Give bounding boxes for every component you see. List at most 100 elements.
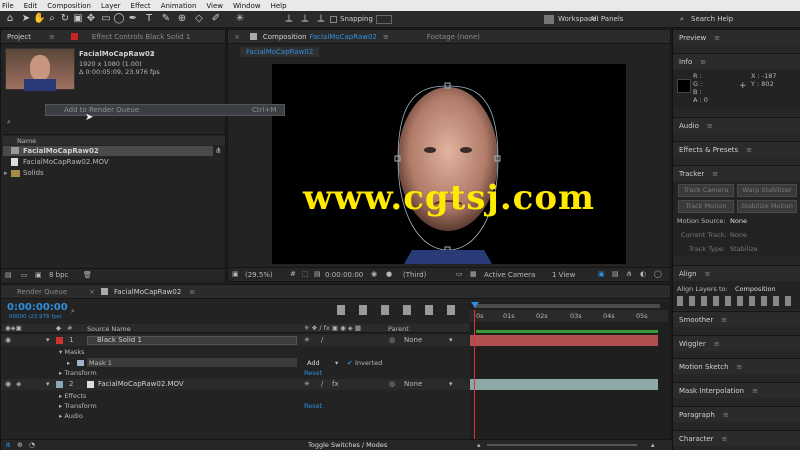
motion-source-select[interactable]: None [730,217,747,225]
collapse-arrow-icon[interactable]: ▾ [46,336,50,344]
new-comp-icon[interactable]: ▣ [35,271,42,279]
menu-icon[interactable]: ≡ [752,387,758,395]
effects-group[interactable]: ▸ Effects [59,392,86,400]
pick-whip-icon[interactable]: ◎ [389,380,395,388]
layer-row[interactable]: ◉ ▾ 1 Black Solid 1 ✳ ∕ ◎ None ▾ [1,335,469,346]
transform-group[interactable]: ▸ Transform [59,369,97,377]
zoom-slider[interactable] [487,444,637,446]
time-ruler[interactable]: 0s 01s 02s 03s 04s 05s [470,310,668,322]
fast-preview-icon[interactable]: ▣ [598,270,605,278]
flowchart-icon[interactable]: ⋔ [215,146,222,155]
quality-icon[interactable]: ∕ [321,380,323,388]
track-motion-button[interactable]: Track Motion [678,200,734,213]
expand-arrow-icon[interactable]: ▸ [59,412,62,420]
dropdown-arrow-icon[interactable]: ▾ [449,380,453,388]
snap-options-icon[interactable] [376,15,392,24]
expand-arrow-icon[interactable]: ▾ [59,348,62,356]
pan-behind-tool-icon[interactable]: ✥ [85,13,97,25]
region-icon[interactable]: ⬚ [302,270,309,278]
shy-icon[interactable]: ✳ [304,380,310,388]
snapping-checkbox[interactable] [330,16,337,23]
expand-arrow-icon[interactable]: ▸ [59,392,62,400]
expand-arrow-icon[interactable]: ▸ [4,169,8,177]
playhead-marker-icon[interactable] [471,302,479,308]
label-color-icon[interactable] [56,381,63,388]
rotate-tool-icon[interactable]: ↻ [59,13,71,25]
menu-icon[interactable]: ≡ [189,288,195,296]
layer-bar-1[interactable] [470,335,658,346]
menu-icon[interactable]: ≡ [714,34,720,42]
flowchart-icon[interactable]: ⋔ [626,270,632,278]
snapshot-icon[interactable]: ◉ [371,270,377,278]
layer-name[interactable]: Black Solid 1 [97,336,142,344]
list-item[interactable]: FacialMoCapRaw02.MOV [3,157,213,167]
comp-sub-tab[interactable]: FacialMoCapRaw02 [240,47,320,57]
timeline-icon[interactable]: ▤ [612,270,619,278]
fx-icon[interactable]: fx [332,380,339,388]
tab-footage[interactable]: Footage (none) [427,33,480,41]
shy-icon[interactable]: ✳ [304,336,310,344]
region-of-interest-icon[interactable]: ▭ [456,270,463,278]
masks-group[interactable]: ▾ Masks [59,348,84,356]
preview-panel[interactable]: Preview ≡ [673,29,800,45]
menu-icon[interactable]: ≡ [723,411,729,419]
info-panel-header[interactable]: Info ≡ [673,53,800,69]
menu-icon[interactable]: ≡ [722,435,728,443]
inverted-checkbox[interactable]: ✔ [347,359,352,367]
timecode-icon[interactable]: ▤ [314,270,321,278]
local-axis-icon[interactable]: ⟂ [283,13,295,25]
label-color-icon[interactable] [56,337,63,344]
audio-group[interactable]: ▸ Audio [59,412,83,420]
tab-comp-name[interactable]: FacialMoCapRaw02 [310,33,377,41]
effects-presets-panel[interactable]: Effects & Presets ≡ [673,141,800,157]
timeline-search-icon[interactable]: ⌕ [71,307,75,316]
menu-icon[interactable]: ≡ [712,170,718,178]
align-panel-header[interactable]: Align ≡ [673,265,800,281]
timeline-timecode[interactable]: 0:00:00:00 [7,302,68,313]
menu-animation[interactable]: Animation [161,2,197,10]
context-add-render-queue[interactable]: Add to Render Queue [64,106,139,114]
puppet-tool-icon[interactable]: ✳ [234,13,246,25]
workspace-select[interactable]: All Panels [590,15,623,23]
align-to-select[interactable]: Composition [735,285,776,293]
dropdown-arrow-icon[interactable]: ▾ [449,336,453,344]
column-source-name[interactable]: Source Name [87,325,131,333]
dropdown-arrow-icon[interactable]: ▾ [335,359,338,367]
close-icon[interactable]: × [89,288,95,296]
eye-icon[interactable]: ◉ [5,380,11,388]
track-camera-button[interactable]: Track Camera [678,184,734,197]
mask-name[interactable]: Mask 1 [89,359,112,367]
menu-icon[interactable]: ≡ [707,122,713,130]
column-name[interactable]: Name [17,137,36,145]
tab-project[interactable]: Project [7,33,31,41]
list-item[interactable]: ▸ Solids [3,168,213,178]
selection-tool-icon[interactable]: ➤ [20,13,32,25]
preview-icon[interactable]: ▣ [232,270,239,278]
interpret-footage-icon[interactable]: ▤ [5,271,12,279]
tab-effect-controls[interactable]: Effect Controls Black Solid 1 [92,33,190,41]
mask-color-icon[interactable] [77,360,84,366]
reset-link[interactable]: Reset [304,402,322,410]
tab-timeline-comp[interactable]: FacialMoCapRaw02 [114,288,181,296]
lock-icon[interactable] [249,33,257,40]
menu-icon[interactable]: ≡ [746,146,752,154]
zoom-in-icon[interactable]: ▴ [651,441,655,449]
comp-menu-icon[interactable]: ≡ [383,33,389,41]
eye-icon[interactable]: ◉ [5,336,11,344]
expand-panes-icon[interactable]: ⊕ [17,441,23,449]
menu-icon[interactable]: ≡ [700,58,706,66]
transparency-grid-icon[interactable]: ▦ [470,270,477,278]
view-axis-icon[interactable]: ⟂ [315,13,327,25]
menu-icon[interactable]: ≡ [721,316,727,324]
timeline-graph[interactable]: 0s 01s 02s 03s 04s 05s [470,302,670,449]
zoom-out-icon[interactable]: ▴ [477,441,481,449]
layer-name[interactable]: FacialMoCapRaw02.MOV [98,380,184,388]
stabilize-motion-button[interactable]: Stabilize Motion [737,200,797,213]
menu-view[interactable]: View [206,2,223,10]
playhead[interactable] [474,310,475,449]
layer-bar-2[interactable] [470,379,658,390]
camera-select[interactable]: Active Camera [484,271,535,279]
exposure-icon[interactable]: ◐ [640,270,646,278]
menu-icon[interactable]: ≡ [714,340,720,348]
menu-icon[interactable]: ≡ [737,363,743,371]
